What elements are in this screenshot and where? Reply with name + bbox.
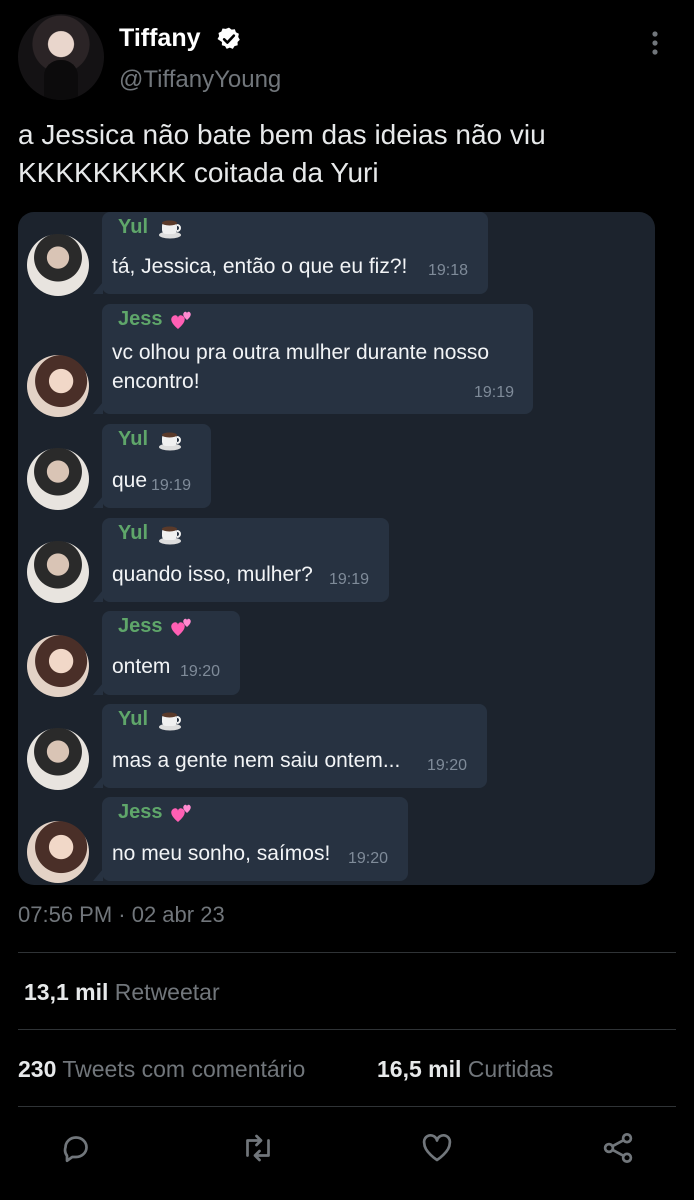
sender-name: Jess xyxy=(118,308,163,330)
chat-bubble: Yul mas a gente nem saiu ontem... 19:20 xyxy=(93,704,487,788)
coffee-emoji xyxy=(159,220,181,239)
sender-name: Yul xyxy=(118,216,149,238)
share-icon[interactable] xyxy=(600,1130,636,1166)
sender-name: Yul xyxy=(118,522,149,544)
chat-message: Yul que 19:19 xyxy=(18,424,655,510)
message-text: vc olhou pra outra mulher durante nosso xyxy=(112,341,490,364)
retweets-stat[interactable]: 13,1 mil Retweetar xyxy=(24,979,220,1006)
tweet-text: a Jessica não bate bem das ideias não vi… xyxy=(18,116,668,192)
sender-name: Jess xyxy=(118,615,163,637)
author-handle[interactable]: @TiffanyYoung xyxy=(119,66,281,94)
action-bar xyxy=(0,1120,694,1180)
chat-message: Yul quando isso, mulher? 19:19 xyxy=(18,518,655,604)
more-icon[interactable] xyxy=(648,30,662,56)
tweet-header: Tiffany @TiffanyYoung xyxy=(18,14,678,104)
sender-name: Jess xyxy=(118,801,163,823)
chat-bubble: Jess no meu sonho, saímos! 19:20 xyxy=(93,797,408,881)
quotes-count: 230 xyxy=(18,1056,57,1082)
chat-message: Jess no meu sonho, saímos! 19:20 xyxy=(18,797,655,883)
coffee-emoji xyxy=(159,712,181,731)
divider xyxy=(18,1029,676,1030)
yul-avatar xyxy=(27,541,89,603)
message-text: no meu sonho, saímos! xyxy=(112,842,331,865)
message-text: que xyxy=(112,469,148,492)
chat-bubble: Jess vc olhou pra outra mulher durante n… xyxy=(93,304,533,414)
chat-bubble: Jess ontem 19:20 xyxy=(93,611,240,695)
author-avatar[interactable] xyxy=(18,14,104,100)
tweet-image-chat-screenshot[interactable]: Yul tá, Jessica, então o que eu fiz?! 19… xyxy=(18,212,655,885)
retweets-label: Retweetar xyxy=(114,979,220,1005)
chat-message: Jess vc olhou pra outra mulher durante n… xyxy=(18,304,655,417)
chat-bubble: Yul quando isso, mulher? 19:19 xyxy=(93,518,389,602)
yul-avatar xyxy=(27,728,89,790)
jess-avatar xyxy=(27,635,89,697)
message-time: 19:18 xyxy=(428,262,469,279)
sender-name: Yul xyxy=(118,428,149,450)
yul-avatar xyxy=(27,448,89,510)
quotes-label: Tweets com comentário xyxy=(62,1056,306,1082)
retweets-count: 13,1 mil xyxy=(24,979,109,1005)
chat-bubble: Yul que 19:19 xyxy=(93,424,211,508)
divider xyxy=(18,952,676,953)
message-text: ontem xyxy=(112,655,171,678)
author-name[interactable]: Tiffany xyxy=(119,24,201,53)
message-time: 19:20 xyxy=(348,850,389,867)
hearts-emoji xyxy=(171,804,191,822)
verified-icon xyxy=(217,27,240,49)
likes-stat[interactable]: 16,5 mil Curtidas xyxy=(377,1056,553,1083)
quotes-stat[interactable]: 230 Tweets com comentário xyxy=(18,1056,305,1083)
message-time: 19:20 xyxy=(180,663,221,680)
chat-message: Yul mas a gente nem saiu ontem... 19:20 xyxy=(18,704,655,790)
message-text: quando isso, mulher? xyxy=(112,563,313,586)
jess-avatar xyxy=(27,821,89,883)
divider xyxy=(18,1106,676,1107)
message-time: 19:20 xyxy=(427,757,468,774)
likes-count: 16,5 mil xyxy=(377,1056,462,1082)
message-time: 19:19 xyxy=(151,477,192,494)
chat-message: Yul tá, Jessica, então o que eu fiz?! 19… xyxy=(18,212,655,296)
sender-name: Yul xyxy=(118,708,149,730)
jess-avatar xyxy=(27,355,89,417)
hearts-emoji xyxy=(171,618,191,636)
likes-label: Curtidas xyxy=(467,1056,554,1082)
chat-bubble: Yul tá, Jessica, então o que eu fiz?! 19… xyxy=(93,212,488,294)
message-text: encontro! xyxy=(112,370,200,393)
chat-message: Jess ontem 19:20 xyxy=(18,611,655,697)
message-time: 19:19 xyxy=(329,571,370,588)
tweet-timestamp[interactable]: 07:56 PM · 02 abr 23 xyxy=(18,902,225,928)
yul-avatar xyxy=(27,234,89,296)
coffee-emoji xyxy=(159,432,181,451)
coffee-emoji xyxy=(159,526,181,545)
tweet-text-line: a Jessica não bate bem das ideias não vi… xyxy=(18,119,546,150)
retweet-icon[interactable] xyxy=(240,1130,276,1166)
message-text: tá, Jessica, então o que eu fiz?! xyxy=(112,255,408,278)
tweet-text-line: KKKKKKKKK coitada da Yuri xyxy=(18,157,379,188)
like-icon[interactable] xyxy=(419,1130,455,1166)
message-time: 19:19 xyxy=(474,384,515,401)
hearts-emoji xyxy=(171,311,191,329)
reply-icon[interactable] xyxy=(58,1130,94,1166)
message-text: mas a gente nem saiu ontem... xyxy=(112,749,401,772)
